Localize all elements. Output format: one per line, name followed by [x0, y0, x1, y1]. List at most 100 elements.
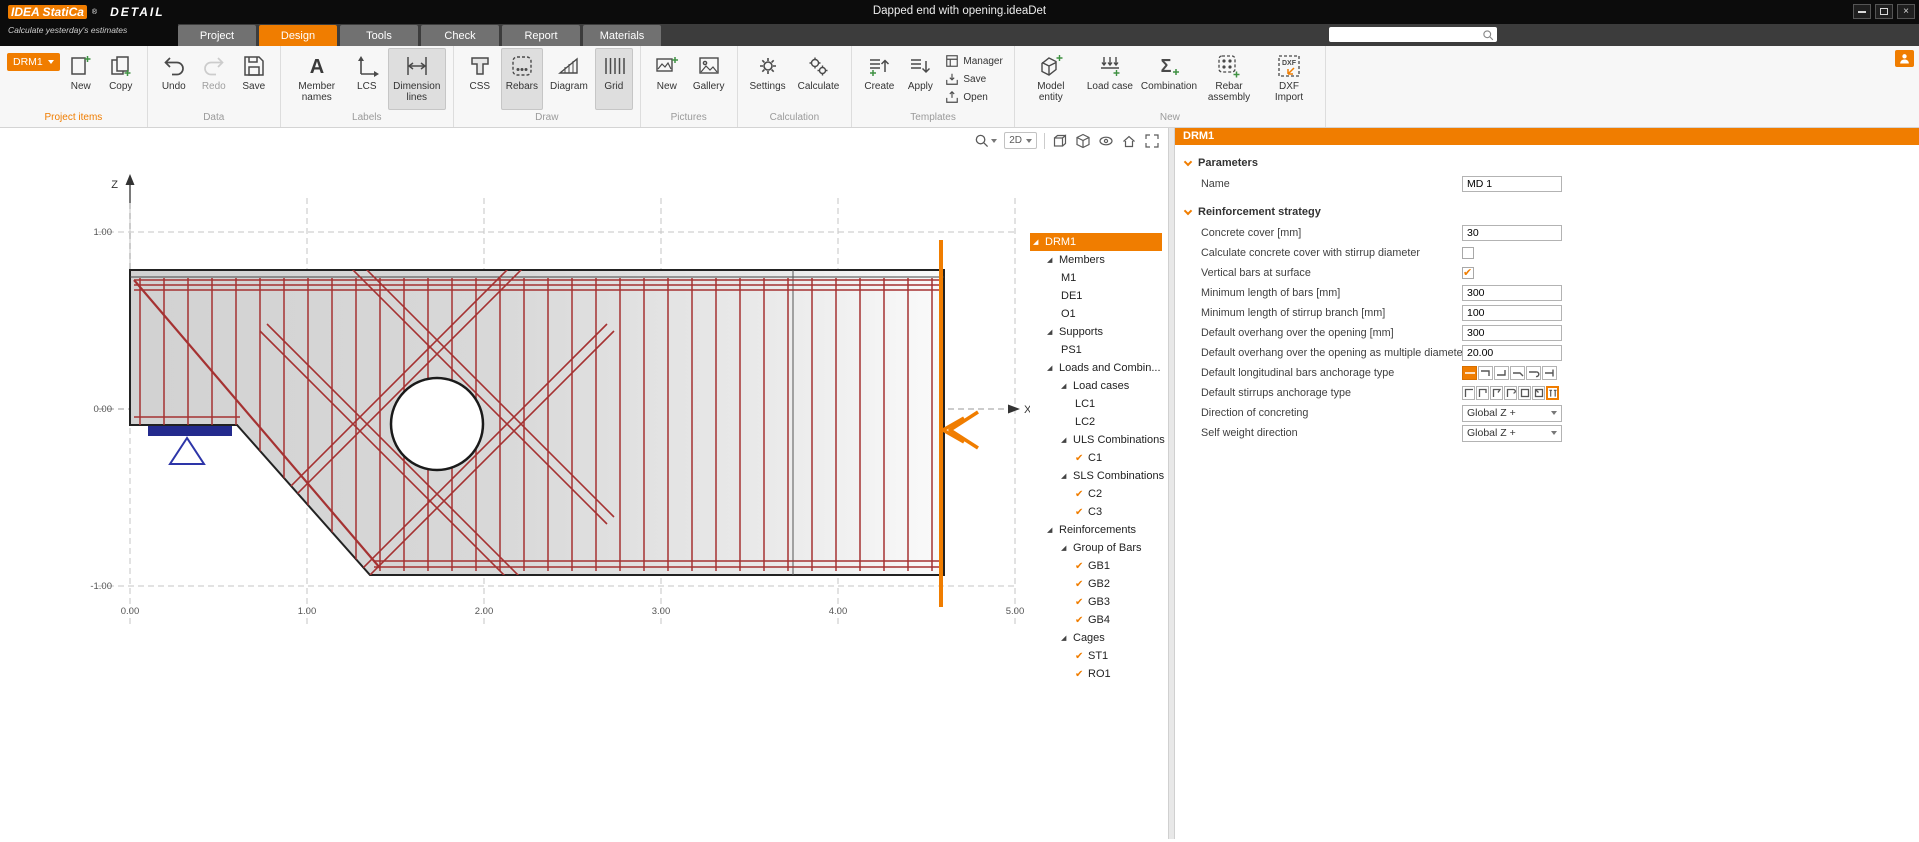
search-input[interactable]: [1329, 27, 1497, 42]
overhang-opening-input[interactable]: [1462, 325, 1562, 341]
tree-item-ULS-Combinations[interactable]: ◢ULS Combinations: [1030, 431, 1162, 449]
expander-icon[interactable]: ◢: [1033, 238, 1045, 246]
tree-item-PS1[interactable]: PS1: [1030, 341, 1162, 359]
tree-item-O1[interactable]: O1: [1030, 305, 1162, 323]
checked-icon[interactable]: ✔: [1075, 651, 1088, 662]
checked-icon[interactable]: ✔: [1075, 507, 1088, 518]
checked-icon[interactable]: ✔: [1075, 561, 1088, 572]
tab-check[interactable]: Check: [421, 25, 499, 46]
tab-design[interactable]: Design: [259, 25, 337, 46]
tree-item-Loads[interactable]: ◢Loads and Combin...: [1030, 359, 1162, 377]
name-input[interactable]: [1462, 176, 1562, 192]
stirrup-double-headed-button[interactable]: [1546, 386, 1559, 400]
expander-icon[interactable]: ◢: [1047, 328, 1059, 336]
tree-item-DRM1[interactable]: ◢DRM1: [1030, 233, 1162, 251]
concreting-direction-select[interactable]: Global Z +: [1462, 405, 1562, 422]
tree-item-GB2[interactable]: ✔GB2: [1030, 575, 1162, 593]
anchorage-headed-button[interactable]: [1542, 366, 1557, 380]
css-button[interactable]: CSS: [461, 48, 499, 110]
redo-button[interactable]: Redo: [195, 48, 233, 110]
rebars-button[interactable]: Rebars: [501, 48, 543, 110]
section-reinforcement-strategy[interactable]: Reinforcement strategy: [1175, 201, 1919, 223]
diagram-button[interactable]: Diagram: [545, 48, 593, 110]
model-viewport[interactable]: 2D: [0, 128, 1168, 839]
tree-item-C2[interactable]: ✔C2: [1030, 485, 1162, 503]
expander-icon[interactable]: ◢: [1061, 634, 1073, 642]
panel-divider[interactable]: [1168, 128, 1175, 839]
account-button[interactable]: [1895, 50, 1914, 67]
undo-button[interactable]: Undo: [155, 48, 193, 110]
save-button[interactable]: Save: [235, 48, 273, 110]
anchorage-hook-90-up-button[interactable]: [1494, 366, 1509, 380]
tab-materials[interactable]: Materials: [583, 25, 661, 46]
minimize-button[interactable]: [1853, 4, 1871, 19]
vertical-bars-checkbox[interactable]: [1462, 267, 1474, 279]
tree-item-GB1[interactable]: ✔GB1: [1030, 557, 1162, 575]
checked-icon[interactable]: ✔: [1075, 489, 1088, 500]
settings-button[interactable]: Settings: [745, 48, 791, 110]
checked-icon[interactable]: ✔: [1075, 597, 1088, 608]
model-entity-button[interactable]: Model entity: [1022, 48, 1080, 110]
maximize-button[interactable]: [1875, 4, 1893, 19]
tab-tools[interactable]: Tools: [340, 25, 418, 46]
expander-icon[interactable]: ◢: [1061, 472, 1073, 480]
stirrup-corner-90-button[interactable]: [1462, 386, 1475, 400]
template-save-button[interactable]: Save: [941, 71, 1006, 87]
tree-item-Group-of-Bars[interactable]: ◢Group of Bars: [1030, 539, 1162, 557]
expander-icon[interactable]: ◢: [1047, 364, 1059, 372]
calc-cover-checkbox[interactable]: [1462, 247, 1474, 259]
checked-icon[interactable]: ✔: [1075, 669, 1088, 680]
tab-report[interactable]: Report: [502, 25, 580, 46]
gallery-button[interactable]: Gallery: [688, 48, 730, 110]
expander-icon[interactable]: ◢: [1061, 544, 1073, 552]
home-view-button[interactable]: [1121, 133, 1137, 149]
expander-icon[interactable]: ◢: [1047, 526, 1059, 534]
stirrup-closed-button[interactable]: [1518, 386, 1531, 400]
tree-item-ST1[interactable]: ✔ST1: [1030, 647, 1162, 665]
anchorage-loop-button[interactable]: [1526, 366, 1541, 380]
view-mode-dropdown[interactable]: 2D: [1004, 132, 1037, 149]
anchorage-hook-90-down-button[interactable]: [1478, 366, 1493, 380]
tree-item-Reinforcements[interactable]: ◢Reinforcements: [1030, 521, 1162, 539]
tree-item-LC1[interactable]: LC1: [1030, 395, 1162, 413]
tree-item-C3[interactable]: ✔C3: [1030, 503, 1162, 521]
checked-icon[interactable]: ✔: [1075, 579, 1088, 590]
stirrup-corner-hook-90-button[interactable]: [1476, 386, 1489, 400]
tree-item-Load-cases[interactable]: ◢Load cases: [1030, 377, 1162, 395]
member-names-button[interactable]: A Member names: [288, 48, 346, 110]
tree-item-Supports[interactable]: ◢Supports: [1030, 323, 1162, 341]
new-picture-button[interactable]: New: [648, 48, 686, 110]
dimension-lines-button[interactable]: Dimension lines: [388, 48, 446, 110]
tree-item-M1[interactable]: M1: [1030, 269, 1162, 287]
zoom-tools-dropdown[interactable]: [974, 133, 997, 148]
tab-project[interactable]: Project: [178, 25, 256, 46]
stirrup-corner-hook-180-button[interactable]: [1504, 386, 1517, 400]
template-apply-button[interactable]: Apply: [901, 48, 939, 110]
load-case-button[interactable]: Load case: [1082, 48, 1138, 110]
section-parameters[interactable]: Parameters: [1175, 152, 1919, 174]
template-create-button[interactable]: Create: [859, 48, 899, 110]
anchorage-straight-button[interactable]: [1462, 366, 1477, 380]
checked-icon[interactable]: ✔: [1075, 453, 1088, 464]
template-manager-button[interactable]: Manager: [941, 53, 1006, 69]
stirrup-closed-overlap-button[interactable]: [1532, 386, 1545, 400]
visibility-button[interactable]: [1098, 133, 1114, 149]
solid-view-button[interactable]: [1075, 133, 1091, 149]
tree-item-SLS-Combinations[interactable]: ◢SLS Combinations: [1030, 467, 1162, 485]
zoom-extents-button[interactable]: [1144, 133, 1160, 149]
min-length-bars-input[interactable]: [1462, 285, 1562, 301]
concrete-cover-input[interactable]: [1462, 225, 1562, 241]
rebar-assembly-button[interactable]: Rebar assembly: [1200, 48, 1258, 110]
tree-item-C1[interactable]: ✔C1: [1030, 449, 1162, 467]
stirrup-corner-hook-135-button[interactable]: [1490, 386, 1503, 400]
tree-item-DE1[interactable]: DE1: [1030, 287, 1162, 305]
tree-item-RO1[interactable]: ✔RO1: [1030, 665, 1162, 683]
copy-project-item-button[interactable]: Copy: [102, 48, 140, 110]
tree-item-Members[interactable]: ◢Members: [1030, 251, 1162, 269]
dxf-import-button[interactable]: DXF DXF Import: [1260, 48, 1318, 110]
anchorage-hook-135-button[interactable]: [1510, 366, 1525, 380]
lcs-button[interactable]: LCS: [348, 48, 386, 110]
self-weight-direction-select[interactable]: Global Z +: [1462, 425, 1562, 442]
axonometry-view-button[interactable]: [1052, 133, 1068, 149]
calculate-button[interactable]: Calculate: [793, 48, 845, 110]
